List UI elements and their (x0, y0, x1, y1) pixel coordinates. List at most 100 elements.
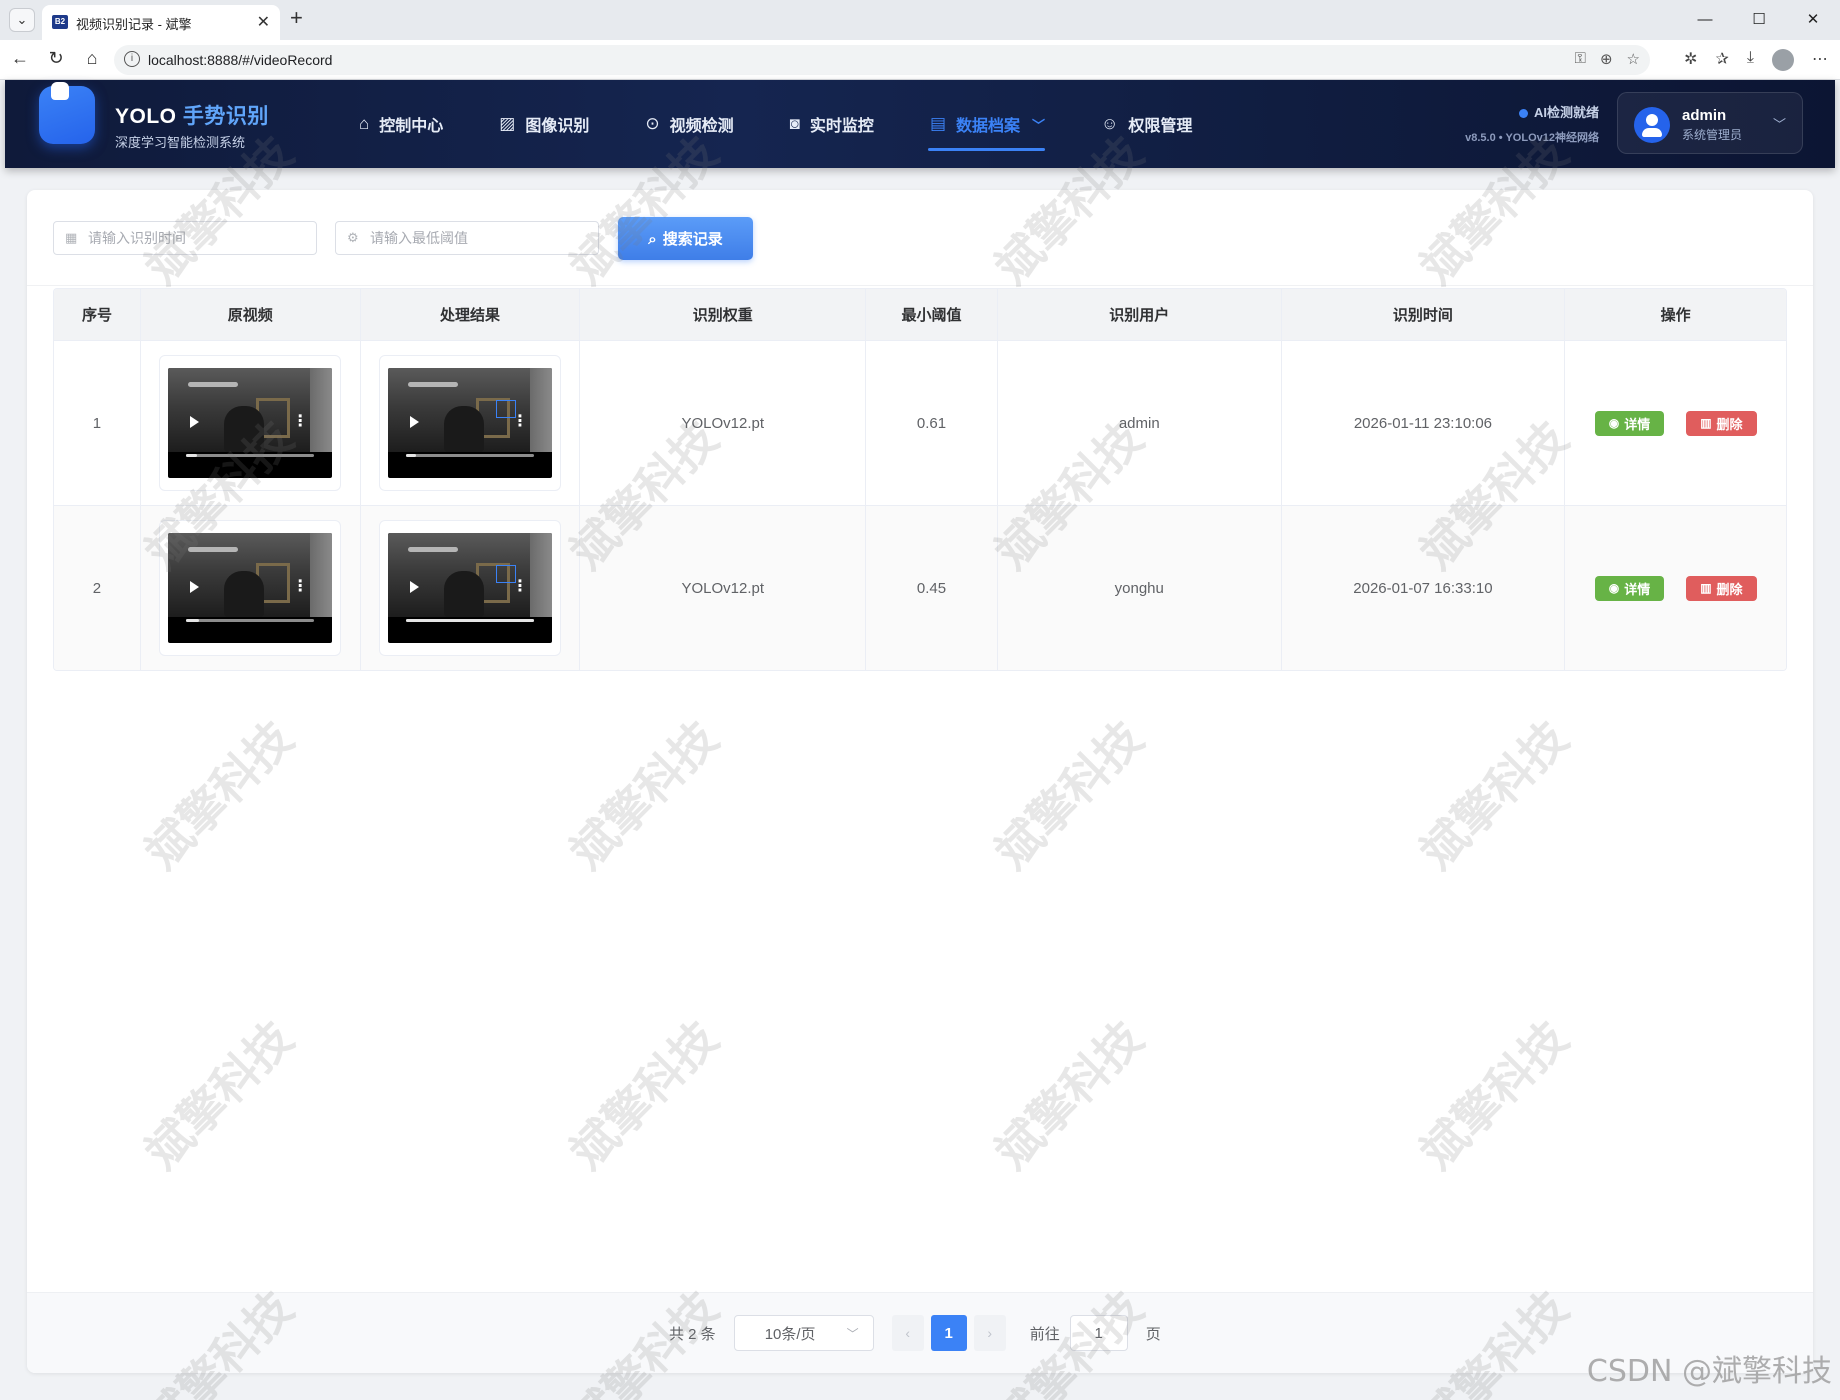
download-icon[interactable]: ⤓ (1747, 49, 1754, 71)
main-nav: ⌂ 控制中心 ▨ 图像识别 ⊙ 视频检测 ◙ 实时监控 ▤ 数据档案 ﹀ ☺ 权… (330, 80, 1219, 168)
play-icon[interactable] (190, 581, 200, 593)
profile-avatar[interactable] (1772, 49, 1794, 71)
original-video-player[interactable]: ⋮ (159, 355, 342, 491)
tab-list-button[interactable]: ⌄ (9, 8, 35, 32)
next-page-button[interactable]: › (973, 1315, 1006, 1351)
page-number-current[interactable]: 1 (930, 1315, 967, 1351)
nav-item-dashboard[interactable]: ⌂ 控制中心 (330, 80, 470, 168)
column-header: 识别时间 (1281, 289, 1566, 340)
nav-item-image-recognition[interactable]: ▨ 图像识别 (470, 80, 616, 168)
user-cell: yonghu (998, 506, 1282, 670)
table-body: 1 ⋮ ⋮ YOLOv12.pt 0.61 admin 2026-01-11 2… (54, 340, 1786, 670)
status-line: AI检测就绪 (1423, 102, 1599, 121)
search-button[interactable]: ⌕ 搜索记录 (618, 217, 753, 260)
column-header: 序号 (54, 289, 141, 340)
video-progress-bar[interactable] (186, 454, 315, 457)
brand-accent: 手势识别 (182, 105, 269, 128)
home-icon: ⌂ (359, 114, 370, 133)
more-vertical-icon[interactable]: ⋮ (512, 579, 528, 595)
column-header: 处理结果 (360, 289, 581, 340)
nav-item-data-archive[interactable]: ▤ 数据档案 ﹀ (901, 80, 1072, 168)
address-bar: ← ↻ ⌂ i localhost:8888/#/videoRecord ⚿ ⊕… (0, 40, 1840, 80)
video-progress-bar[interactable] (186, 619, 315, 622)
detail-button[interactable]: ◉ 详情 (1594, 410, 1665, 436)
result-video-player[interactable]: ⋮ (379, 355, 562, 491)
close-window-icon[interactable]: ✕ (1786, 0, 1840, 40)
original-video-player[interactable]: ⋮ (159, 520, 342, 656)
nav-label: 实时监控 (809, 118, 874, 135)
nav-item-permissions[interactable]: ☺ 权限管理 (1072, 80, 1219, 168)
column-header: 原视频 (140, 289, 361, 340)
more-vertical-icon[interactable]: ⋮ (512, 414, 528, 430)
back-icon[interactable]: ← (8, 48, 32, 69)
time-search-input[interactable] (88, 223, 308, 253)
version-text: v8.5.0 • YOLOv12神经网络 (1465, 132, 1599, 144)
nav-label: 图像识别 (525, 118, 590, 135)
minimize-icon[interactable]: — (1678, 0, 1732, 40)
table-row: 1 ⋮ ⋮ YOLOv12.pt 0.61 admin 2026-01-11 2… (54, 340, 1786, 505)
favorite-star-icon[interactable]: ☆ (1627, 50, 1640, 68)
key-icon[interactable]: ⚿ (1575, 50, 1586, 68)
nav-item-live-monitor[interactable]: ◙ 实时监控 (761, 80, 901, 168)
nav-item-video-detection[interactable]: ⊙ 视频检测 (616, 80, 760, 168)
play-icon[interactable] (190, 416, 200, 428)
brand-title: YOLO 手势识别 (115, 100, 269, 130)
video-thumbnail: ⋮ (388, 368, 553, 478)
reload-icon[interactable]: ↻ (44, 48, 68, 69)
play-circle-icon: ⊙ (645, 114, 660, 133)
video-thumbnail: ⋮ (388, 533, 553, 643)
play-icon[interactable] (410, 416, 420, 428)
column-header: 识别用户 (997, 289, 1282, 340)
browser-tab-active[interactable]: B2 视频识别记录 - 斌擎 ✕ (42, 5, 280, 40)
page-size-select[interactable]: 10条/页 ﹀ (733, 1315, 874, 1351)
video-progress-bar[interactable] (406, 619, 535, 622)
delete-label: 删除 (1716, 416, 1743, 432)
delete-button[interactable]: ▥ 删除 (1686, 575, 1757, 601)
zoom-icon[interactable]: ⊕ (1600, 50, 1613, 68)
table-header-row: 序号 原视频 处理结果 识别权重 最小阈值 识别用户 识别时间 操作 (54, 289, 1786, 340)
more-vertical-icon[interactable]: ⋮ (292, 414, 308, 430)
trash-icon: ▥ (1700, 581, 1712, 595)
more-vertical-icon[interactable]: ⋮ (292, 579, 308, 595)
play-icon[interactable] (410, 581, 420, 593)
camera-icon: ◙ (789, 114, 800, 133)
delete-label: 删除 (1716, 581, 1743, 597)
more-menu-icon[interactable]: ⋯ (1812, 49, 1828, 71)
time-search-field: ▦ (53, 221, 317, 255)
delete-button[interactable]: ▥ 删除 (1686, 410, 1757, 436)
result-video-player[interactable]: ⋮ (379, 520, 562, 656)
system-status: AI检测就绪 v8.5.0 • YOLOv12神经网络 (1423, 102, 1599, 145)
chevron-down-icon: ﹀ (1032, 117, 1046, 133)
detail-label: 详情 (1624, 416, 1651, 432)
favorites-icon[interactable]: ✰ (1716, 49, 1729, 71)
nav-label: 数据档案 (956, 118, 1021, 135)
detail-button[interactable]: ◉ 详情 (1594, 575, 1665, 601)
search-icon: ⌕ (648, 231, 657, 248)
actions-cell: ◉ 详情 ▥ 删除 (1565, 506, 1786, 670)
prev-page-button[interactable]: ‹ (891, 1315, 924, 1351)
video-thumbnail: ⋮ (168, 533, 333, 643)
threshold-search-input[interactable] (370, 223, 590, 253)
home-icon[interactable]: ⌂ (80, 48, 104, 69)
url-field[interactable]: i localhost:8888/#/videoRecord ⚿ ⊕ ☆ (114, 45, 1650, 75)
chevron-down-icon: ﹀ (846, 1326, 859, 1341)
page-size-value: 10条/页 (764, 1325, 816, 1343)
video-progress-bar[interactable] (406, 454, 535, 457)
column-header: 识别权重 (580, 289, 867, 340)
maximize-icon[interactable]: ☐ (1732, 0, 1786, 40)
goto-page-input[interactable] (1069, 1315, 1128, 1351)
user-avatar-icon (1634, 107, 1670, 143)
search-bar: ▦ ⚙ ⌕ 搜索记录 (27, 190, 1813, 286)
user-menu[interactable]: admin 系统管理员 ﹀ (1617, 92, 1803, 154)
new-tab-icon[interactable]: + (290, 5, 303, 31)
close-tab-icon[interactable]: ✕ (257, 12, 270, 32)
detail-label: 详情 (1624, 581, 1651, 597)
extensions-icon[interactable]: ✲ (1684, 49, 1697, 71)
weight-cell: YOLOv12.pt (580, 341, 867, 505)
result-video-cell: ⋮ (361, 506, 581, 670)
threshold-cell: 0.45 (866, 506, 998, 670)
site-info-icon[interactable]: i (124, 51, 140, 67)
calendar-icon: ▦ (65, 230, 78, 245)
pagination-bar: 共 2 条 10条/页 ﹀ ‹ 1 › 前往 页 (27, 1292, 1813, 1373)
total-count: 共 2 条 (669, 1325, 716, 1343)
